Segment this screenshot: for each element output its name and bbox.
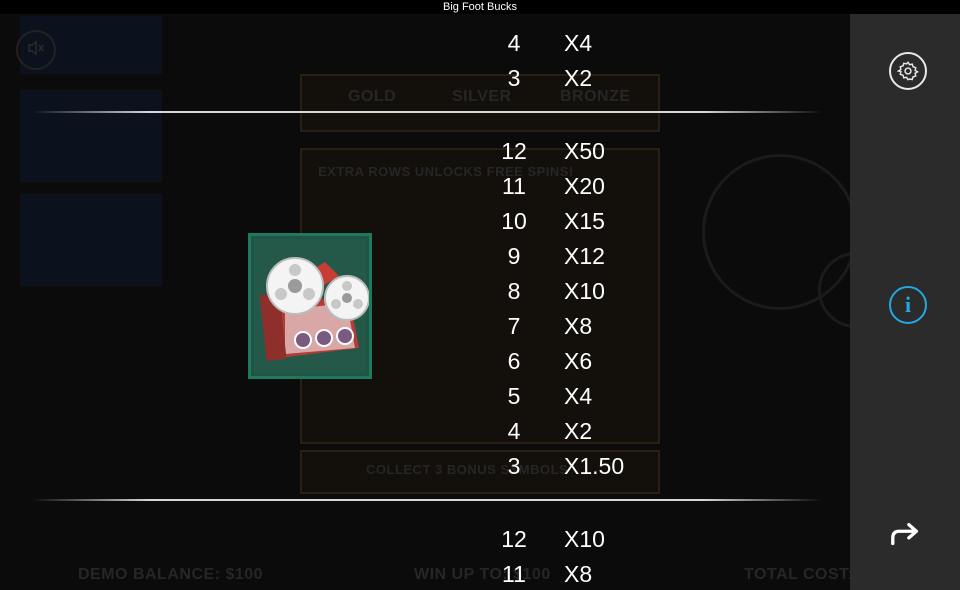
symbol-count: 10 (501, 208, 527, 234)
payout-multiplier: X1.50 (564, 453, 625, 479)
symbol-count: 5 (507, 383, 521, 409)
payout-row: 3 X1.50 (490, 450, 690, 482)
settings-button[interactable] (889, 52, 927, 90)
payout-row: 3 X2 (490, 62, 690, 94)
bg-total-cost: TOTAL COST: $ (744, 566, 850, 583)
payout-row: 4 X4 (490, 27, 690, 59)
symbol-count: 6 (507, 348, 521, 374)
payout-multiplier: X6 (564, 348, 593, 374)
payout-multiplier: X4 (564, 30, 593, 56)
payout-multiplier: X10 (564, 526, 605, 552)
symbol-count: 11 (502, 561, 526, 587)
film-projector-icon (254, 239, 370, 373)
info-button[interactable]: i (889, 286, 927, 324)
payout-row: 11 X8 (490, 558, 690, 590)
right-sidebar: i (850, 14, 960, 590)
game-background: GOLD SILVER BRONZE EXTRA ROWS UNLOCKS FR… (0, 14, 850, 590)
symbol-count: 7 (507, 313, 521, 339)
mute-button[interactable] (16, 30, 56, 70)
window-title: Big Foot Bucks (0, 0, 960, 14)
gear-icon (897, 61, 919, 81)
symbol-count: 12 (501, 526, 527, 552)
payout-multiplier: X20 (564, 173, 605, 199)
back-button[interactable] (889, 518, 923, 552)
symbol-count: 12 (501, 138, 527, 164)
symbol-count: 8 (507, 278, 521, 304)
bg-block (20, 90, 162, 182)
symbol-count: 3 (507, 453, 521, 479)
section-divider (32, 499, 822, 501)
section-divider (32, 111, 822, 113)
symbol-count: 9 (507, 243, 521, 269)
payout-row: 12 X50 (490, 135, 690, 167)
info-icon: i (904, 292, 912, 317)
payout-multiplier: X12 (564, 243, 605, 269)
return-arrow-icon (891, 522, 919, 546)
speaker-muted-icon (27, 39, 45, 62)
payout-multiplier: X8 (564, 561, 593, 587)
symbol-count: 4 (507, 418, 521, 444)
payout-row: 7 X8 (490, 310, 690, 342)
payout-row: 12 X10 (490, 523, 690, 555)
payout-row: 4 X2 (490, 415, 690, 447)
payout-multiplier: X2 (564, 65, 593, 91)
payout-multiplier: X50 (564, 138, 605, 164)
symbol-count: 4 (507, 30, 521, 56)
film-projector-symbol (248, 233, 372, 379)
payout-row: 5 X4 (490, 380, 690, 412)
payout-row: 9 X12 (490, 240, 690, 272)
symbol-count: 11 (502, 173, 526, 199)
payout-multiplier: X8 (564, 313, 593, 339)
payout-multiplier: X15 (564, 208, 605, 234)
symbol-count: 3 (507, 65, 521, 91)
payout-multiplier: X4 (564, 383, 593, 409)
bg-block (20, 194, 162, 286)
payout-multiplier: X10 (564, 278, 605, 304)
payout-row: 8 X10 (490, 275, 690, 307)
payout-multiplier: X2 (564, 418, 593, 444)
payout-row: 11 X20 (490, 170, 690, 202)
payout-row: 10 X15 (490, 205, 690, 237)
bg-demo-balance: DEMO BALANCE: $100 (78, 566, 264, 583)
bg-tier-gold: GOLD (348, 88, 397, 105)
payout-row: 6 X6 (490, 345, 690, 377)
